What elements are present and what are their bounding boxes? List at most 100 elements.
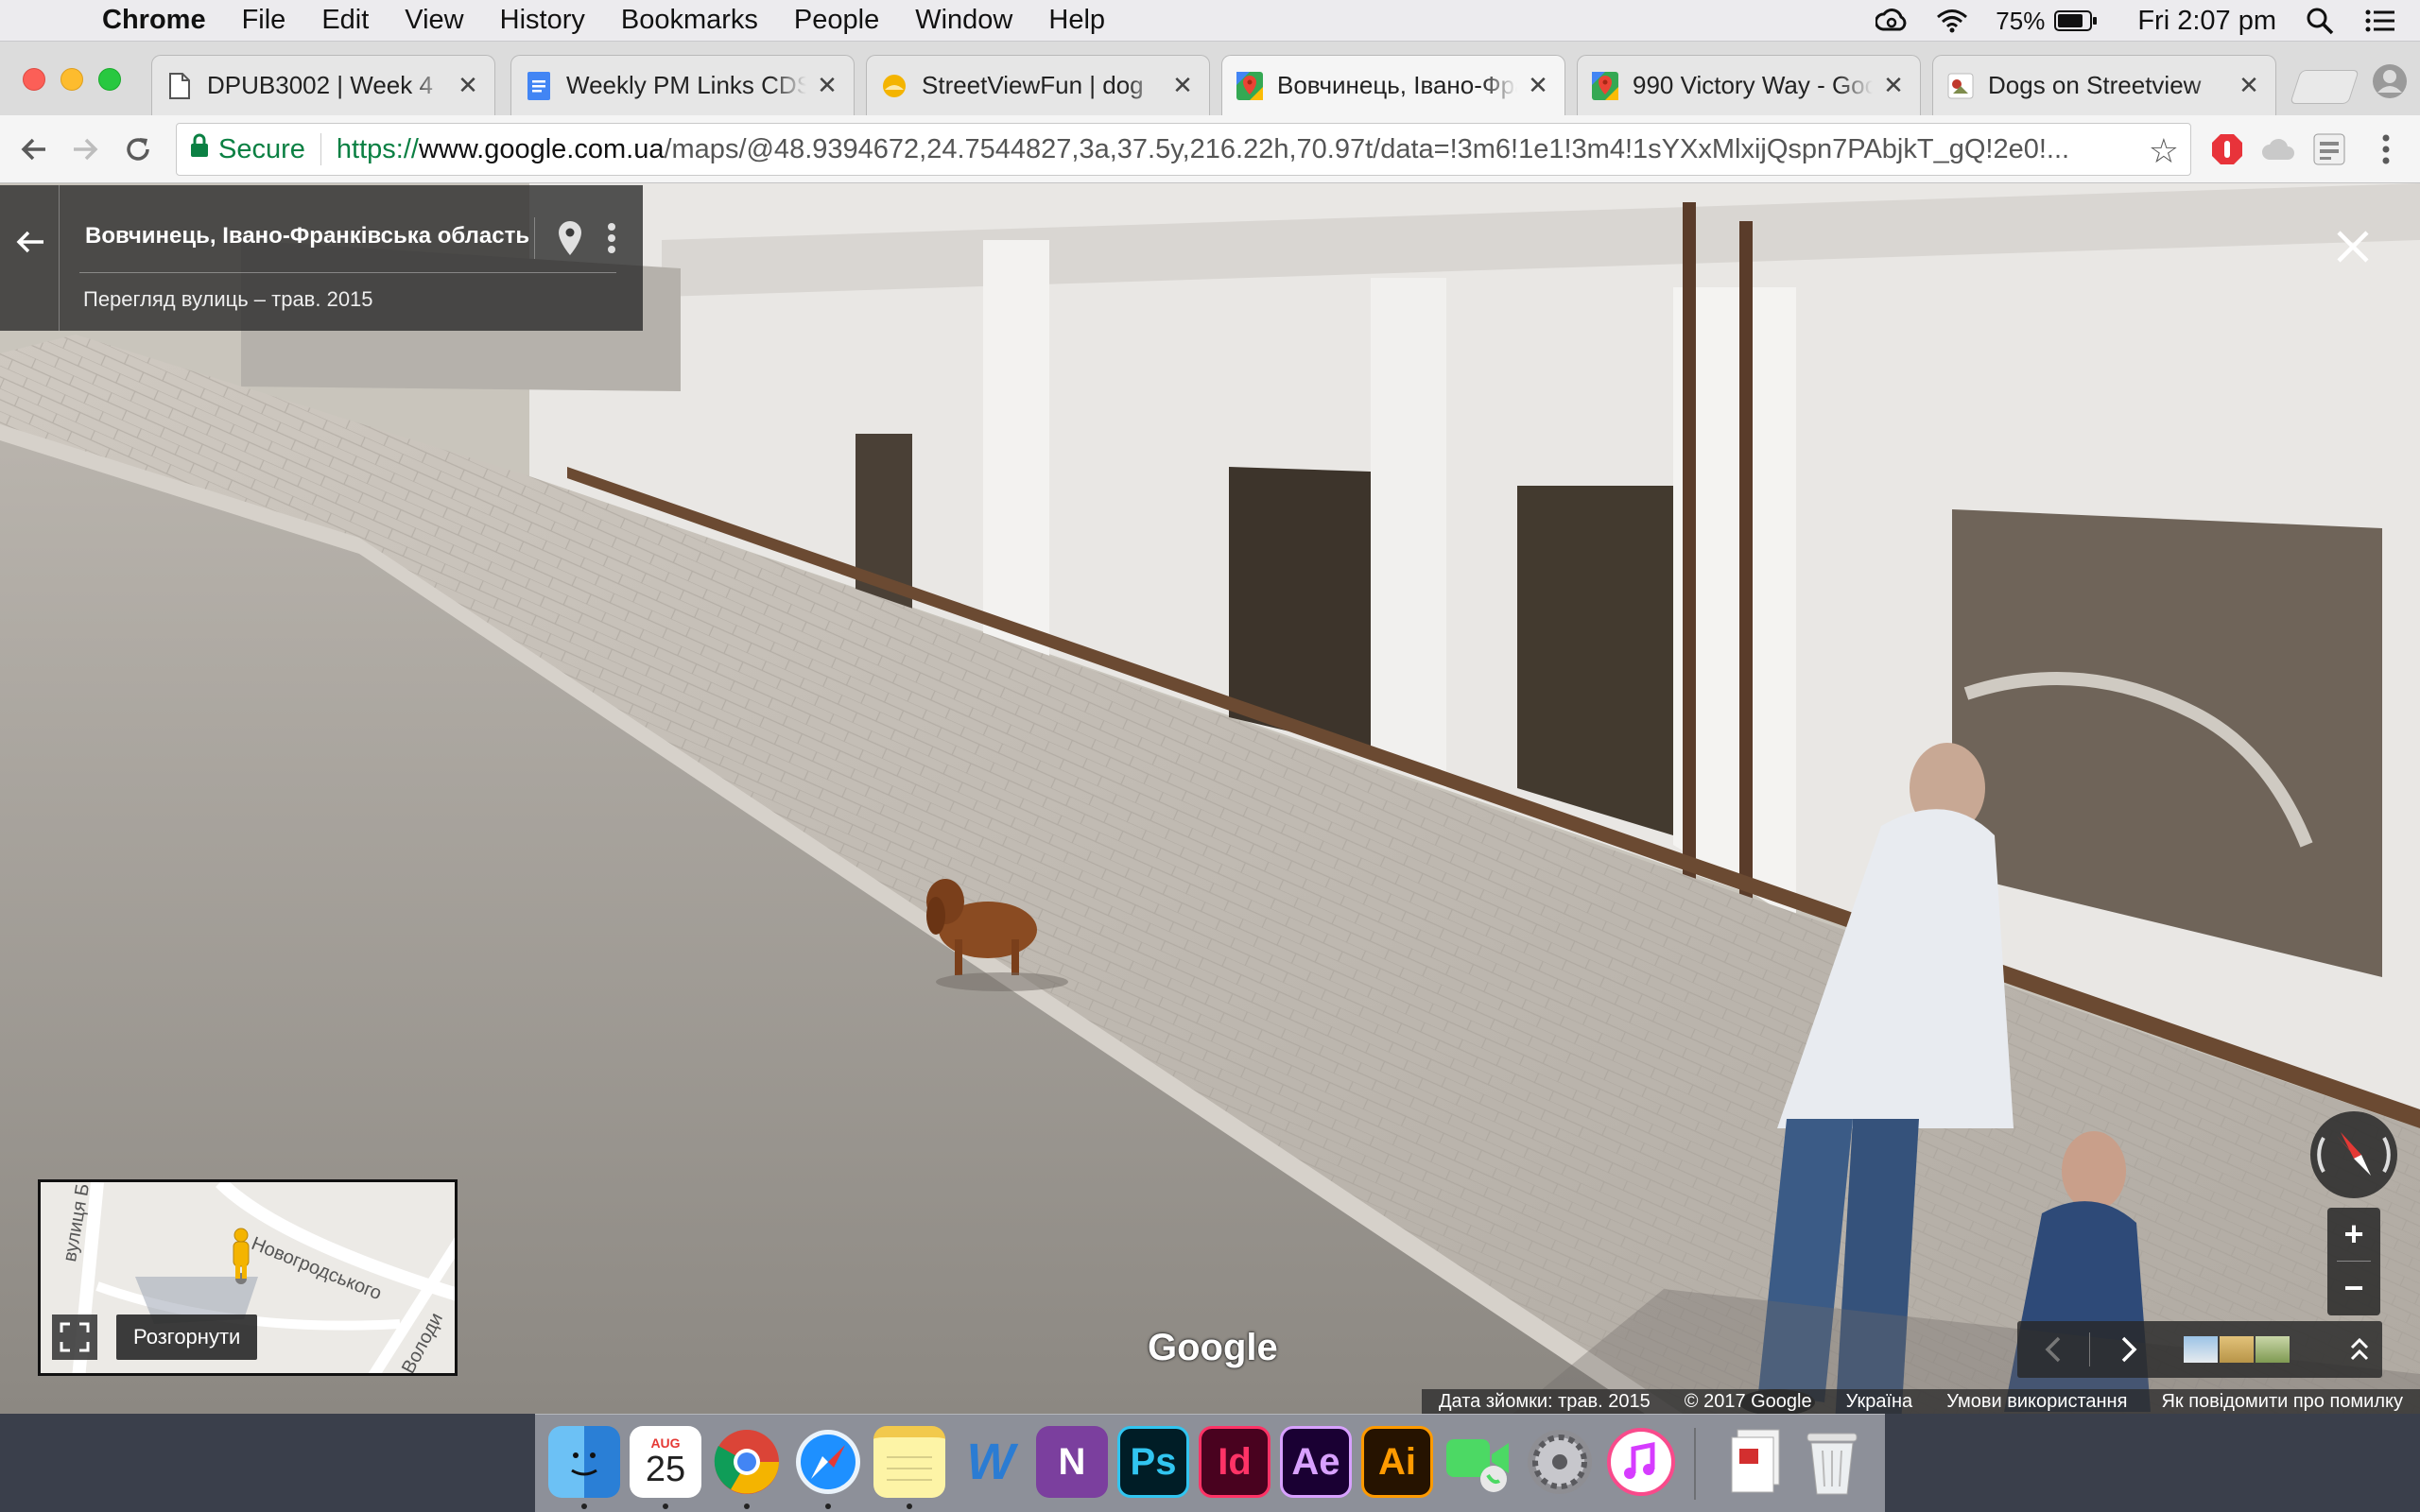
- window-minimize-button[interactable]: [60, 68, 83, 91]
- menu-edit[interactable]: Edit: [321, 5, 369, 36]
- region-link[interactable]: Україна: [1846, 1391, 1913, 1413]
- google-maps-icon: [1236, 71, 1264, 100]
- shift-click-extension-icon[interactable]: [2310, 130, 2348, 168]
- place-name[interactable]: Вовчинець, Івано-Франківська область: [85, 223, 529, 249]
- card-divider: [534, 217, 535, 259]
- expand-map-label[interactable]: Розгорнути: [116, 1314, 258, 1360]
- chrome-menu-icon[interactable]: [2367, 130, 2405, 168]
- tab-dpub3002[interactable]: DPUB3002 | Week 4 ✕: [151, 55, 495, 115]
- more-options-icon[interactable]: [597, 219, 626, 257]
- creative-cloud-icon[interactable]: [1875, 7, 1909, 35]
- close-street-view-icon[interactable]: [2331, 225, 2375, 268]
- close-icon[interactable]: ✕: [1525, 71, 1551, 100]
- forward-button[interactable]: [64, 129, 106, 170]
- tab-990-victory-way[interactable]: 990 Victory Way - Google Maps ✕: [1577, 55, 1921, 115]
- lock-icon[interactable]: [190, 133, 209, 165]
- word-icon[interactable]: W: [955, 1426, 1027, 1498]
- google-logo: Google: [1148, 1327, 1278, 1368]
- illustrator-icon[interactable]: Ai: [1361, 1426, 1433, 1498]
- documents-stack-icon[interactable]: [1720, 1426, 1792, 1498]
- menu-people[interactable]: People: [794, 5, 879, 36]
- battery-status[interactable]: 75%: [1996, 7, 2098, 36]
- address-bar[interactable]: Secure https://www.google.com.ua/maps/@4…: [176, 123, 2191, 176]
- calendar-day: 25: [645, 1450, 686, 1489]
- system-preferences-icon[interactable]: [1524, 1426, 1596, 1498]
- bookmark-star-icon[interactable]: ☆: [2149, 131, 2179, 171]
- back-button[interactable]: [13, 129, 55, 170]
- menu-file[interactable]: File: [242, 5, 286, 36]
- indesign-icon[interactable]: Id: [1199, 1426, 1270, 1498]
- card-divider: [79, 272, 616, 273]
- streetviewfun-icon: [880, 72, 908, 100]
- zoom-out-button[interactable]: −: [2327, 1262, 2380, 1314]
- map-pin-icon[interactable]: [554, 219, 586, 257]
- cloud-extension-icon[interactable]: [2259, 130, 2297, 168]
- menu-history[interactable]: History: [500, 5, 585, 36]
- tab-title: DPUB3002 | Week 4: [207, 71, 433, 99]
- profile-avatar-icon[interactable]: [2371, 62, 2409, 100]
- tab-dogs-on-streetview[interactable]: Dogs on Streetview ✕: [1932, 55, 2276, 115]
- menu-window[interactable]: Window: [915, 5, 1012, 36]
- report-problem-link[interactable]: Як повідомити про помилку: [2161, 1391, 2403, 1413]
- compass-icon[interactable]: [2308, 1109, 2399, 1200]
- close-icon[interactable]: ✕: [455, 71, 481, 100]
- next-arrow-icon[interactable]: [2108, 1329, 2150, 1370]
- url-host: www.google.com.ua: [418, 133, 665, 164]
- window-zoom-button[interactable]: [98, 68, 121, 91]
- photo-thumbnail[interactable]: [2184, 1336, 2218, 1363]
- menu-view[interactable]: View: [405, 5, 463, 36]
- zoom-in-button[interactable]: +: [2327, 1208, 2380, 1261]
- tab-strip: DPUB3002 | Week 4 ✕ Weekly PM Links CDS3…: [0, 42, 2420, 115]
- reload-button[interactable]: [117, 129, 159, 170]
- tab-weekly-pm-links[interactable]: Weekly PM Links CDS3002 ✕: [510, 55, 855, 115]
- menu-help[interactable]: Help: [1048, 5, 1105, 36]
- calendar-icon[interactable]: AUG 25: [630, 1426, 701, 1498]
- safari-icon[interactable]: [792, 1426, 864, 1498]
- photoshop-icon[interactable]: Ps: [1117, 1426, 1189, 1498]
- tab-streetviewfun[interactable]: StreetViewFun | dog ✕: [866, 55, 1210, 115]
- close-icon[interactable]: ✕: [814, 71, 840, 100]
- expand-map-icon[interactable]: [52, 1314, 97, 1360]
- minimap[interactable]: вулиця Б Новогродського Володи Розгорнут…: [38, 1179, 458, 1376]
- close-icon[interactable]: ✕: [1880, 71, 1907, 100]
- notes-icon[interactable]: [873, 1426, 945, 1498]
- expand-up-icon[interactable]: [2339, 1329, 2380, 1370]
- calendar-month: AUG: [650, 1435, 681, 1451]
- tab-title: Вовчинець, Івано-Франківська: [1277, 71, 1517, 99]
- street-view-panorama[interactable]: Вовчинець, Івано-Франківська область Пер…: [0, 183, 2420, 1414]
- photo-thumbnail[interactable]: [2220, 1336, 2254, 1363]
- onenote-icon[interactable]: N: [1036, 1426, 1108, 1498]
- google-maps-icon: [1591, 71, 1619, 100]
- secure-label[interactable]: Secure: [218, 134, 305, 165]
- facetime-icon[interactable]: [1443, 1426, 1514, 1498]
- pegman-icon[interactable]: [228, 1228, 254, 1289]
- dock: AUG 25 W N Ps Id Ae Ai: [535, 1414, 1885, 1512]
- tab-vovchynets-maps[interactable]: Вовчинець, Івано-Франківська ✕: [1221, 55, 1565, 115]
- spotlight-search-icon[interactable]: [2303, 7, 2337, 35]
- running-indicator: [744, 1503, 750, 1509]
- chrome-icon[interactable]: [711, 1426, 783, 1498]
- trash-icon[interactable]: [1796, 1426, 1868, 1498]
- itunes-icon[interactable]: [1605, 1426, 1677, 1498]
- url-scheme: https://: [336, 133, 419, 164]
- previous-arrow-icon[interactable]: [2032, 1329, 2074, 1370]
- close-icon[interactable]: ✕: [2236, 71, 2262, 100]
- adblock-extension-icon[interactable]: [2208, 130, 2246, 168]
- menubar-clock[interactable]: Fri 2:07 pm: [2137, 6, 2276, 37]
- notification-center-icon[interactable]: [2363, 7, 2397, 35]
- location-card: Вовчинець, Івано-Франківська область Пер…: [0, 185, 643, 331]
- wifi-icon[interactable]: [1935, 7, 1969, 35]
- menu-app-name[interactable]: Chrome: [102, 5, 206, 36]
- close-icon[interactable]: ✕: [1169, 71, 1196, 100]
- tab-title: Dogs on Streetview: [1988, 71, 2202, 99]
- window-close-button[interactable]: [23, 68, 45, 91]
- aftereffects-icon[interactable]: Ae: [1280, 1426, 1352, 1498]
- back-arrow-icon[interactable]: [11, 223, 49, 261]
- menu-bookmarks[interactable]: Bookmarks: [621, 5, 758, 36]
- photo-thumbnail[interactable]: [2256, 1336, 2290, 1363]
- tab-title: 990 Victory Way - Google Maps: [1633, 71, 1873, 99]
- finder-icon[interactable]: [548, 1426, 620, 1498]
- terms-link[interactable]: Умови використання: [1946, 1391, 2127, 1413]
- imagery-date-label[interactable]: Перегляд вулиць – трав. 2015: [83, 287, 373, 312]
- new-tab-button[interactable]: [2290, 70, 2360, 104]
